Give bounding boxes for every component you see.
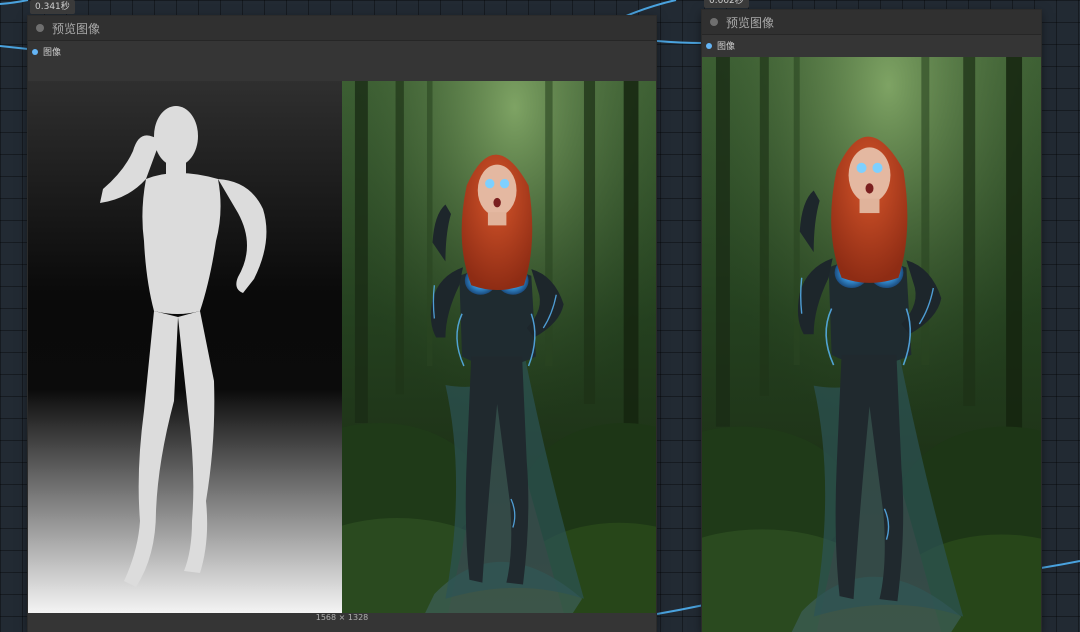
preview-image-render-2 [702, 57, 1041, 632]
wire-to-node-2 [656, 40, 705, 44]
preview-image-render-1 [342, 81, 656, 613]
node-title-bar[interactable]: 预览图像 [702, 10, 1041, 35]
node-title: 预览图像 [726, 15, 775, 30]
slot-connector-dot[interactable] [706, 42, 712, 49]
execution-time-badge-2: 0.002秒 [704, 0, 749, 8]
input-wire-left [0, 45, 29, 50]
slot-label: 图像 [43, 48, 62, 58]
node-title: 预览图像 [52, 21, 101, 36]
slot-label: 图像 [717, 42, 736, 52]
execution-time-badge-1: 0.341秒 [30, 0, 75, 14]
slot-connector-dot[interactable] [32, 48, 38, 55]
node-collapse-dot[interactable] [36, 24, 44, 32]
output-slot-image[interactable]: 图像 [706, 39, 735, 52]
preview-image-depth-map [28, 81, 342, 613]
preview-image-node-1[interactable]: 预览图像 图像 1568 × 1328 [28, 16, 656, 632]
node-title-bar[interactable]: 预览图像 [28, 16, 656, 41]
output-slot-image[interactable]: 图像 [32, 45, 61, 58]
input-wire-top-left [0, 0, 29, 5]
wire-bottom-middle [656, 604, 705, 615]
node-collapse-dot[interactable] [710, 18, 718, 26]
wire-top-middle [625, 0, 677, 17]
image-size-label: 1568 × 1328 [315, 613, 369, 622]
wire-right-out [1040, 560, 1080, 569]
preview-image-node-2[interactable]: 预览图像 图像 [702, 10, 1041, 632]
